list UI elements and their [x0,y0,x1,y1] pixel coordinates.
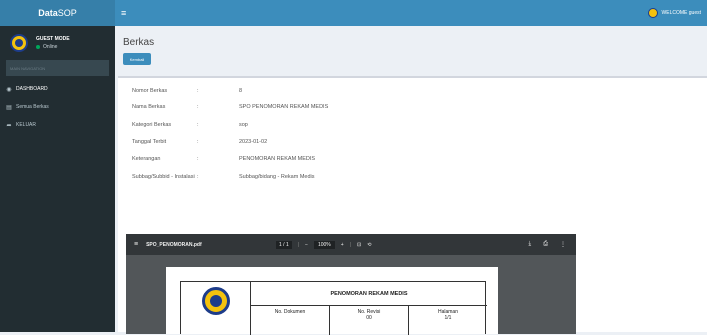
doc-col-revisi: No. Revisi 00 [330,306,409,335]
page-title: Berkas [123,37,155,48]
logo-light: SOP [57,8,77,18]
top-navbar: ≡ WELCOME guest [115,0,707,26]
sidebar-item-label: Semua Berkas [16,104,49,110]
detail-value: sop [239,122,248,128]
hospital-logo-icon [201,287,230,315]
print-icon[interactable]: ⎙ [543,241,548,248]
detail-value: SPO PENOMORAN REKAM MEDIS [239,104,329,110]
sidebar-item-semua-berkas[interactable]: ▤ Semua Berkas [0,98,115,116]
sidebar-item-label: DASHBOARD [16,86,48,92]
sidebar-item-label: KELUAR [16,122,37,128]
rotate-icon[interactable]: ⟲ [367,242,371,248]
detail-value: PENOMORAN REKAM MEDIS [239,156,316,162]
detail-label: Nomor Berkas [132,88,168,94]
user-status: Online [36,43,70,51]
zoom-in-icon[interactable]: + [341,242,344,248]
app-logo[interactable]: Data SOP [0,0,115,26]
fit-page-icon[interactable]: ⊡ [357,242,361,248]
doc-header-table: PENOMORAN REKAM MEDIS No. Dokumen No. Re… [180,281,487,335]
nav-header: MAIN NAVIGATION [6,60,109,76]
detail-label: Nama Berkas [132,104,166,110]
page-indicator[interactable]: 1 / 1 [276,240,292,249]
detail-label: Keterangan [132,156,161,162]
online-dot-icon [36,45,40,49]
sign-out-icon: ➦ [6,122,12,129]
pdf-toolbar: ≡ SPO_PENOMORAN.pdf 1 / 1 | − 100% + | ⊡… [126,234,576,255]
detail-row: Nama Berkas: SPO PENOMORAN REKAM MEDIS [132,104,539,122]
sidebar-item-dashboard[interactable]: ◉ DASHBOARD [0,80,115,98]
detail-box: Nomor Berkas:8 Nama Berkas: SPO PENOMORAN… [118,76,707,335]
pdf-page: PENOMORAN REKAM MEDIS No. Dokumen No. Re… [166,267,498,335]
user-panel: GUEST MODE Online [0,26,115,60]
zoom-out-icon[interactable]: − [305,242,308,248]
user-name: GUEST MODE [36,36,70,42]
user-menu-label: WELCOME guest [661,10,701,16]
menu-toggle-icon[interactable]: ≡ [121,8,126,18]
doc-title: PENOMORAN REKAM MEDIS [251,282,487,306]
detail-row: Nomor Berkas:8 [132,88,539,104]
detail-value: 2023-01-02 [239,139,268,145]
sidebar: Data SOP GUEST MODE Online MAIN NAVIGATIO… [0,0,115,332]
sidebar-item-keluar[interactable]: ➦ KELUAR [0,116,115,134]
doc-col-dokumen: No. Dokumen [251,306,330,335]
detail-list: Nomor Berkas:8 Nama Berkas: SPO PENOMORAN… [132,88,539,180]
more-options-icon[interactable]: ⋮ [560,241,566,248]
logo-bold: Data [38,8,58,18]
file-icon: ▤ [6,104,12,111]
zoom-level[interactable]: 100% [313,240,335,249]
detail-value: Subbag/bidang - Rekam Medis [239,174,315,180]
pdf-menu-icon[interactable]: ≡ [134,241,138,248]
back-button[interactable]: Kembali [123,53,151,65]
dashboard-icon: ◉ [6,86,12,93]
avatar [10,34,28,52]
detail-label: Kategori Berkas [132,122,172,128]
detail-label: Subbag/Subbid - Instalasi [132,174,195,180]
detail-row: Keterangan: PENOMORAN REKAM MEDIS [132,156,539,174]
detail-value: 8 [239,88,243,94]
avatar [647,8,658,18]
download-icon[interactable]: ⤓ [529,241,532,248]
doc-col-halaman: Halaman 1/1 [437,309,458,321]
pdf-viewer[interactable]: ≡ SPO_PENOMORAN.pdf 1 / 1 | − 100% + | ⊡… [126,234,576,335]
user-menu[interactable]: WELCOME guest [647,8,701,18]
detail-row: Tanggal Terbit:2023-01-02 [132,139,539,156]
detail-row: Kategori Berkas: sop [132,122,539,139]
detail-row: Subbag/Subbid - Instalasi: Subbag/bidang … [132,174,539,180]
detail-label: Tanggal Terbit [132,139,167,145]
main-content: Berkas Kembali Nomor Berkas:8 Nama Berka… [115,26,707,335]
pdf-filename: SPO_PENOMORAN.pdf [146,241,202,248]
